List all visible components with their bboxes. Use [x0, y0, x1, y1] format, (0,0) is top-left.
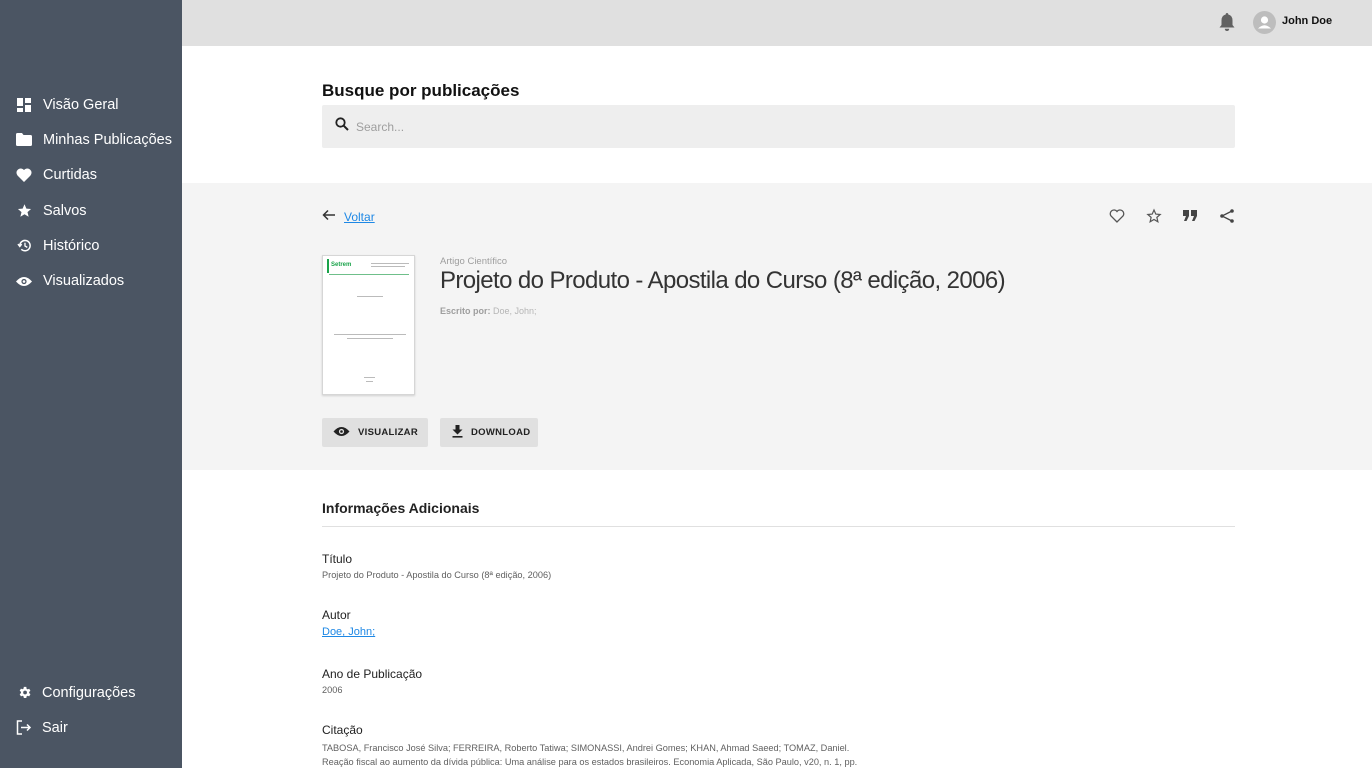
sidebar-nav: Visão Geral Minhas Publicações Curtidas … [0, 87, 182, 299]
sidebar-item-label: Visão Geral [43, 96, 119, 113]
sidebar-item-label: Minhas Publicações [43, 131, 172, 148]
heart-icon [16, 167, 32, 183]
folder-icon [16, 132, 32, 148]
quote-icon[interactable] [1181, 207, 1199, 225]
share-icon[interactable] [1218, 207, 1236, 225]
citation-line: Reação fiscal ao aumento da dívida públi… [322, 757, 858, 767]
publication-panel: Voltar Setrem Artigo Científico Projeto … [182, 183, 1372, 470]
sidebar-item-historico[interactable]: Histórico [0, 228, 182, 263]
publication-title: Projeto do Produto - Apostila do Curso (… [440, 267, 1006, 294]
field-author-link[interactable]: Doe, John; [322, 626, 375, 638]
history-icon [16, 238, 32, 254]
thumb-line [357, 296, 383, 297]
sidebar-item-label: Histórico [43, 237, 100, 254]
back-link[interactable]: Voltar [322, 208, 375, 226]
sidebar-bottom-nav: Configurações Sair [0, 675, 182, 745]
search-title: Busque por publicações [322, 81, 520, 100]
heart-outline-icon[interactable] [1108, 207, 1126, 225]
author-value: Doe, John; [493, 306, 537, 316]
sidebar-item-label: Visualizados [43, 273, 125, 290]
top-bar: John Doe [182, 0, 1372, 46]
setrem-logo [327, 259, 329, 273]
publication-actions [1108, 207, 1236, 225]
sidebar-item-sair[interactable]: Sair [0, 710, 182, 745]
sidebar-item-visao-geral[interactable]: Visão Geral [0, 87, 182, 122]
thumb-line [364, 377, 375, 378]
bell-icon[interactable] [1218, 12, 1236, 32]
view-button[interactable]: VISUALIZAR [322, 418, 428, 447]
eye-icon [333, 426, 358, 440]
search-bar[interactable] [322, 105, 1235, 148]
field-title-label: Título [322, 552, 353, 566]
sidebar-item-label: Salvos [43, 202, 87, 219]
field-year-label: Ano de Publicação [322, 667, 423, 681]
sidebar-item-minhas-publicacoes[interactable]: Minhas Publicações [0, 122, 182, 157]
download-button[interactable]: DOWNLOAD [440, 418, 538, 447]
search-input[interactable] [356, 119, 1206, 134]
search-icon [335, 117, 356, 136]
publication-author: Escrito por: Doe, John; [440, 306, 537, 316]
star-outline-icon[interactable] [1145, 207, 1163, 225]
field-title-value: Projeto do Produto - Apostila do Curso (… [322, 570, 552, 580]
logout-icon [16, 720, 32, 736]
dashboard-icon [16, 97, 32, 113]
sidebar: Visão Geral Minhas Publicações Curtidas … [0, 0, 182, 768]
publication-thumbnail[interactable]: Setrem [322, 255, 415, 395]
divider [322, 526, 1235, 527]
setrem-logo-text: Setrem [331, 262, 352, 268]
thumb-line [329, 274, 409, 275]
publication-type: Artigo Científico [440, 256, 508, 267]
thumb-line [366, 381, 373, 382]
sidebar-item-configuracoes[interactable]: Configurações [0, 675, 182, 710]
info-section-title: Informações Adicionais [322, 500, 480, 516]
gear-icon [16, 685, 32, 701]
field-citation-label: Citação [322, 723, 363, 737]
eye-icon [16, 273, 32, 289]
avatar[interactable] [1253, 11, 1276, 34]
author-label: Escrito por: [440, 306, 491, 316]
download-icon [452, 424, 471, 441]
sidebar-item-visualizados[interactable]: Visualizados [0, 263, 182, 298]
sidebar-item-salvos[interactable]: Salvos [0, 193, 182, 228]
sidebar-item-label: Curtidas [43, 167, 97, 184]
citation-line: TABOSA, Francisco José Silva; FERREIRA, … [322, 743, 850, 753]
thumb-line [334, 334, 406, 335]
sidebar-item-curtidas[interactable]: Curtidas [0, 158, 182, 193]
thumb-line [371, 263, 409, 264]
field-year-value: 2006 [322, 685, 343, 695]
thumb-line [371, 266, 405, 267]
sidebar-item-label: Sair [42, 719, 68, 736]
sidebar-item-label: Configurações [42, 684, 136, 701]
field-author-label: Autor [322, 608, 351, 622]
download-button-label: DOWNLOAD [471, 427, 531, 438]
back-label: Voltar [344, 210, 375, 224]
field-citation-value: TABOSA, Francisco José Silva; FERREIRA, … [322, 741, 857, 768]
thumb-line [347, 338, 393, 339]
view-button-label: VISUALIZAR [358, 427, 418, 438]
username[interactable]: John Doe [1282, 15, 1332, 27]
star-icon [16, 203, 32, 219]
arrow-left-icon [322, 208, 336, 226]
